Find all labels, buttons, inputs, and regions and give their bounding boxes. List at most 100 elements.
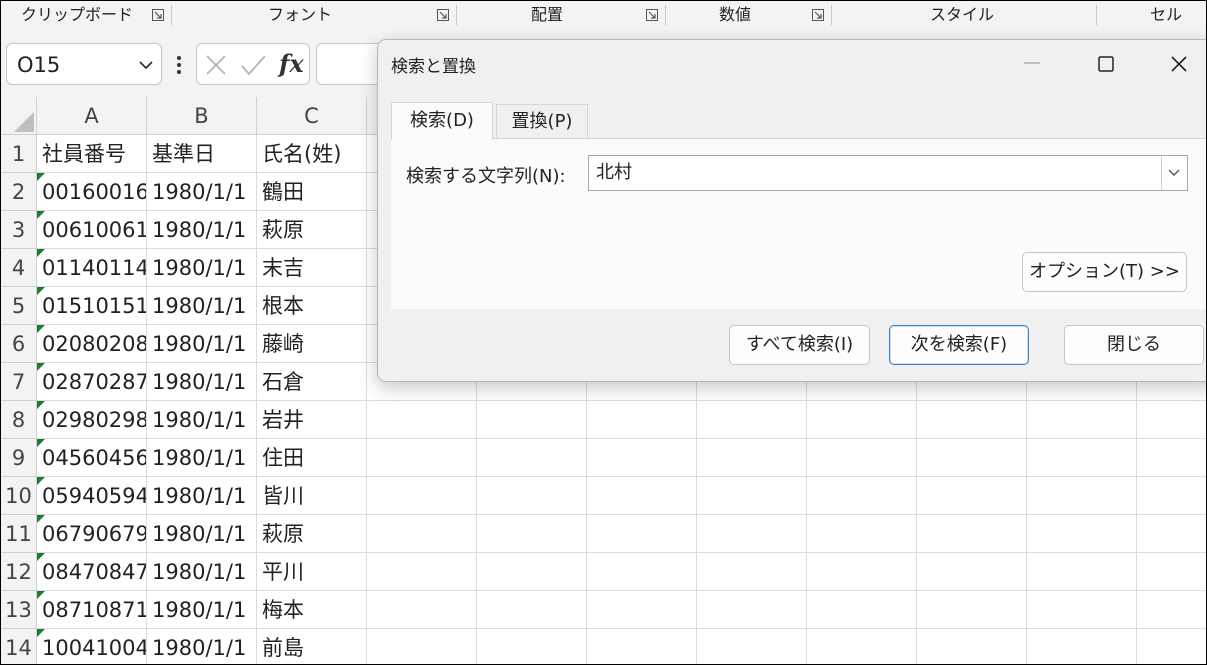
tab-find[interactable]: 検索(D) <box>391 102 493 140</box>
maximize-icon[interactable] <box>1098 56 1114 72</box>
cell-empty[interactable] <box>917 591 1027 629</box>
select-all-button[interactable] <box>1 97 37 135</box>
column-header-b[interactable]: B <box>147 97 257 135</box>
cell-empty[interactable] <box>1137 591 1206 629</box>
cell-c[interactable]: 梅本 <box>257 591 367 629</box>
cell-empty[interactable] <box>697 553 807 591</box>
cell-empty[interactable] <box>917 401 1027 439</box>
cell-empty[interactable] <box>587 401 697 439</box>
number-launcher-icon[interactable] <box>812 9 824 21</box>
cell-empty[interactable] <box>587 515 697 553</box>
cell-a[interactable]: 02870287 <box>37 363 147 401</box>
find-input[interactable]: 北村 <box>588 155 1188 191</box>
cell-empty[interactable] <box>477 515 587 553</box>
column-header-c[interactable]: C <box>257 97 367 135</box>
row-header[interactable]: 12 <box>1 553 37 591</box>
cell-b[interactable]: 1980/1/1 <box>147 629 257 664</box>
cell-empty[interactable] <box>1027 439 1137 477</box>
cell-empty[interactable] <box>367 629 477 664</box>
cell-c[interactable]: 氏名(姓) <box>257 135 367 173</box>
row-header[interactable]: 14 <box>1 629 37 664</box>
cell-b[interactable]: 1980/1/1 <box>147 249 257 287</box>
row-header[interactable]: 5 <box>1 287 37 325</box>
font-launcher-icon[interactable] <box>437 9 449 21</box>
cell-a[interactable]: 00160016 <box>37 173 147 211</box>
cell-empty[interactable] <box>807 629 917 664</box>
cell-a[interactable]: 01140114 <box>37 249 147 287</box>
cell-empty[interactable] <box>367 401 477 439</box>
cell-b[interactable]: 1980/1/1 <box>147 325 257 363</box>
cell-empty[interactable] <box>1027 629 1137 664</box>
cell-empty[interactable] <box>1027 477 1137 515</box>
cell-empty[interactable] <box>1137 515 1206 553</box>
cell-c[interactable]: 鶴田 <box>257 173 367 211</box>
cell-empty[interactable] <box>367 553 477 591</box>
cell-empty[interactable] <box>1137 477 1206 515</box>
minimize-icon[interactable] <box>1024 62 1040 64</box>
cell-a[interactable]: 02080208 <box>37 325 147 363</box>
cell-empty[interactable] <box>807 477 917 515</box>
cell-empty[interactable] <box>587 439 697 477</box>
cell-a[interactable]: 05940594 <box>37 477 147 515</box>
alignment-launcher-icon[interactable] <box>646 9 658 21</box>
cell-empty[interactable] <box>917 629 1027 664</box>
row-header[interactable]: 4 <box>1 249 37 287</box>
cell-empty[interactable] <box>477 629 587 664</box>
row-header[interactable]: 11 <box>1 515 37 553</box>
cell-empty[interactable] <box>367 515 477 553</box>
cell-a[interactable]: 04560456 <box>37 439 147 477</box>
cell-b[interactable]: 1980/1/1 <box>147 173 257 211</box>
chevron-down-icon[interactable] <box>137 56 155 74</box>
cell-empty[interactable] <box>1027 591 1137 629</box>
cell-empty[interactable] <box>697 515 807 553</box>
cell-b[interactable]: 1980/1/1 <box>147 211 257 249</box>
column-header-a[interactable]: A <box>37 97 147 135</box>
options-button[interactable]: オプション(T) >> <box>1022 252 1187 292</box>
cell-empty[interactable] <box>1027 553 1137 591</box>
cell-a[interactable]: 社員番号 <box>37 135 147 173</box>
row-header[interactable]: 6 <box>1 325 37 363</box>
cell-c[interactable]: 末吉 <box>257 249 367 287</box>
row-header[interactable]: 8 <box>1 401 37 439</box>
cell-empty[interactable] <box>1137 401 1206 439</box>
cell-empty[interactable] <box>697 401 807 439</box>
cell-empty[interactable] <box>807 591 917 629</box>
cell-b[interactable]: 1980/1/1 <box>147 553 257 591</box>
cell-c[interactable]: 萩原 <box>257 211 367 249</box>
cell-c[interactable]: 前島 <box>257 629 367 664</box>
row-header[interactable]: 3 <box>1 211 37 249</box>
cell-a[interactable]: 10041004 <box>37 629 147 664</box>
cell-b[interactable]: 1980/1/1 <box>147 363 257 401</box>
clipboard-launcher-icon[interactable] <box>152 9 164 21</box>
cell-empty[interactable] <box>367 591 477 629</box>
name-box[interactable]: O15 <box>6 43 162 85</box>
close-button[interactable]: 閉じる <box>1064 325 1204 365</box>
cell-c[interactable]: 平川 <box>257 553 367 591</box>
row-header[interactable]: 1 <box>1 135 37 173</box>
cell-empty[interactable] <box>1027 401 1137 439</box>
cell-empty[interactable] <box>477 591 587 629</box>
cell-b[interactable]: 1980/1/1 <box>147 287 257 325</box>
cell-empty[interactable] <box>587 477 697 515</box>
cell-a[interactable]: 08710871 <box>37 591 147 629</box>
row-header[interactable]: 2 <box>1 173 37 211</box>
cell-b[interactable]: 1980/1/1 <box>147 401 257 439</box>
cell-b[interactable]: 1980/1/1 <box>147 515 257 553</box>
insert-function-button[interactable]: fx <box>279 49 304 78</box>
cell-empty[interactable] <box>917 515 1027 553</box>
cell-empty[interactable] <box>477 439 587 477</box>
cell-empty[interactable] <box>1137 553 1206 591</box>
cell-empty[interactable] <box>477 401 587 439</box>
row-header[interactable]: 9 <box>1 439 37 477</box>
cell-empty[interactable] <box>477 477 587 515</box>
row-header[interactable]: 7 <box>1 363 37 401</box>
cell-empty[interactable] <box>1137 439 1206 477</box>
cell-empty[interactable] <box>807 553 917 591</box>
cell-empty[interactable] <box>917 477 1027 515</box>
cell-empty[interactable] <box>697 477 807 515</box>
cell-c[interactable]: 藤崎 <box>257 325 367 363</box>
cell-a[interactable]: 01510151 <box>37 287 147 325</box>
cell-empty[interactable] <box>807 439 917 477</box>
more-options-icon[interactable] <box>171 55 187 75</box>
tab-replace[interactable]: 置換(P) <box>496 104 588 138</box>
